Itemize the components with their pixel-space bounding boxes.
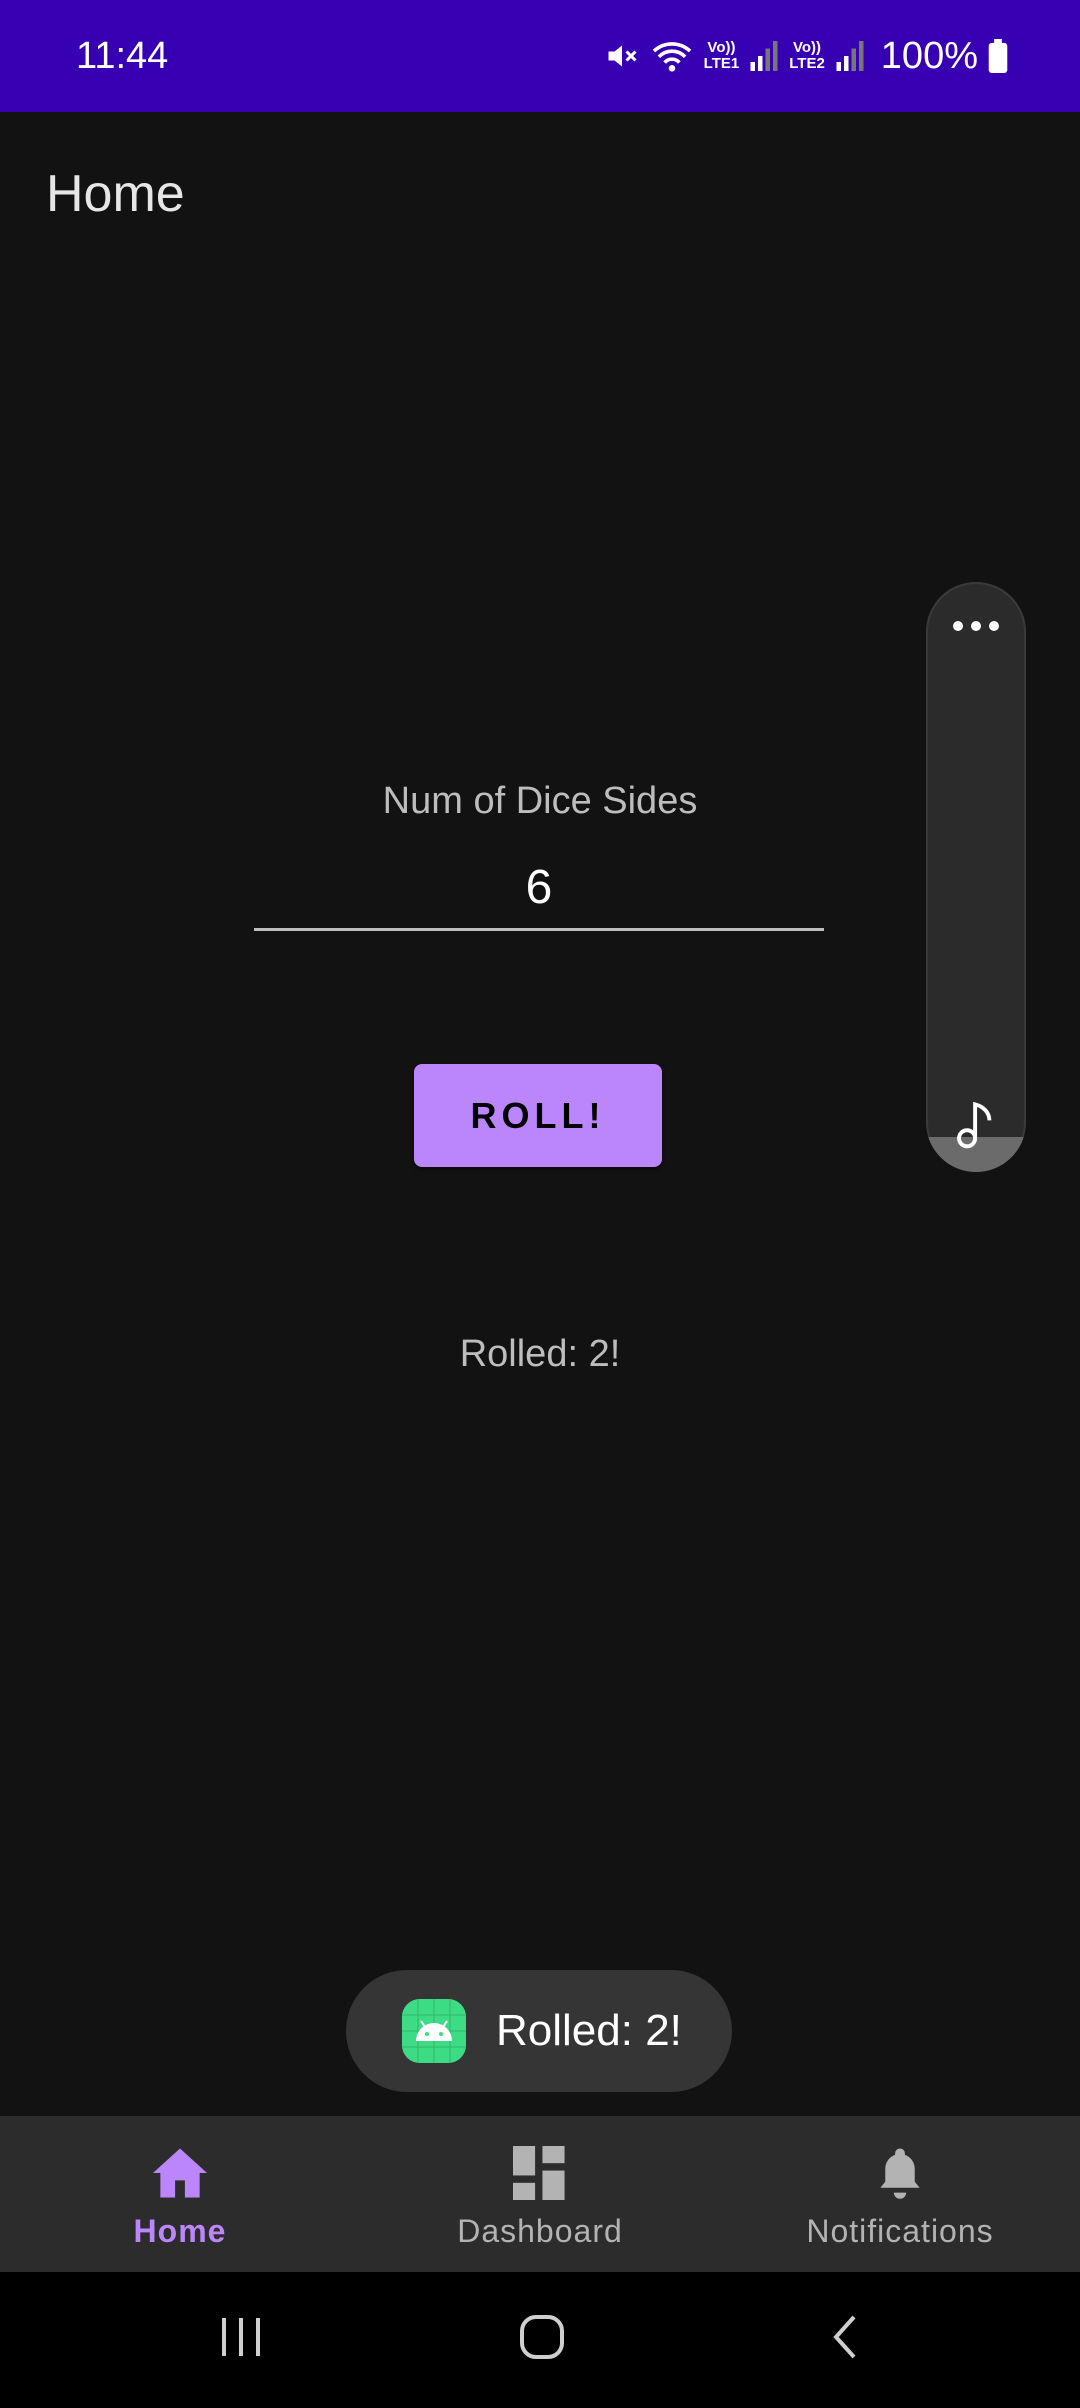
- nav-label-dashboard: Dashboard: [457, 2213, 623, 2249]
- dice-sides-input[interactable]: 6: [254, 852, 824, 931]
- signal1-icon: [749, 39, 779, 73]
- android-app-icon: [402, 1999, 466, 2063]
- nav-label-notifications: Notifications: [806, 2213, 994, 2249]
- nav-label-home: Home: [133, 2213, 227, 2249]
- status-icons: Vo)) LTE1 Vo)) LTE2 100%: [604, 28, 1008, 84]
- recents-icon[interactable]: [218, 2312, 264, 2367]
- sim2-indicator: Vo)) LTE2: [789, 39, 825, 72]
- system-navigation-bar: [0, 2272, 1080, 2408]
- bottom-navigation: Home Dashboard Notifications: [0, 2116, 1080, 2272]
- page-title: Home: [46, 165, 185, 223]
- screen: 11:44 Vo)) LTE1 Vo)) LTE2 100% Home Num …: [0, 0, 1080, 2408]
- volume-panel[interactable]: [926, 582, 1026, 1172]
- dice-sides-value: 6: [525, 861, 553, 914]
- music-note-icon[interactable]: [926, 1099, 1026, 1154]
- home-circle-icon[interactable]: [518, 2312, 566, 2367]
- battery-percent: 100%: [880, 34, 978, 77]
- signal2-icon: [835, 39, 865, 73]
- sim1-indicator: Vo)) LTE1: [703, 39, 740, 72]
- nav-item-home[interactable]: Home: [0, 2116, 360, 2272]
- roll-result-text: Rolled: 2!: [459, 1333, 621, 1375]
- bell-icon: [875, 2146, 925, 2205]
- home-icon: [150, 2146, 210, 2205]
- roll-button[interactable]: ROLL!: [414, 1064, 662, 1167]
- nav-item-notifications[interactable]: Notifications: [720, 2116, 1080, 2272]
- nav-item-dashboard[interactable]: Dashboard: [360, 2116, 720, 2272]
- mute-icon: [604, 38, 640, 74]
- status-bar: 11:44 Vo)) LTE1 Vo)) LTE2 100%: [0, 0, 1080, 112]
- back-icon[interactable]: [826, 2312, 866, 2367]
- toast: Rolled: 2!: [346, 1970, 732, 2092]
- wifi-icon: [650, 38, 694, 74]
- status-time: 11:44: [76, 35, 169, 77]
- toast-text: Rolled: 2!: [496, 2006, 682, 2055]
- battery-icon: [988, 39, 1008, 73]
- more-horizontal-icon[interactable]: [926, 618, 1026, 639]
- dice-sides-label: Num of Dice Sides: [382, 780, 698, 822]
- dashboard-icon: [512, 2146, 568, 2205]
